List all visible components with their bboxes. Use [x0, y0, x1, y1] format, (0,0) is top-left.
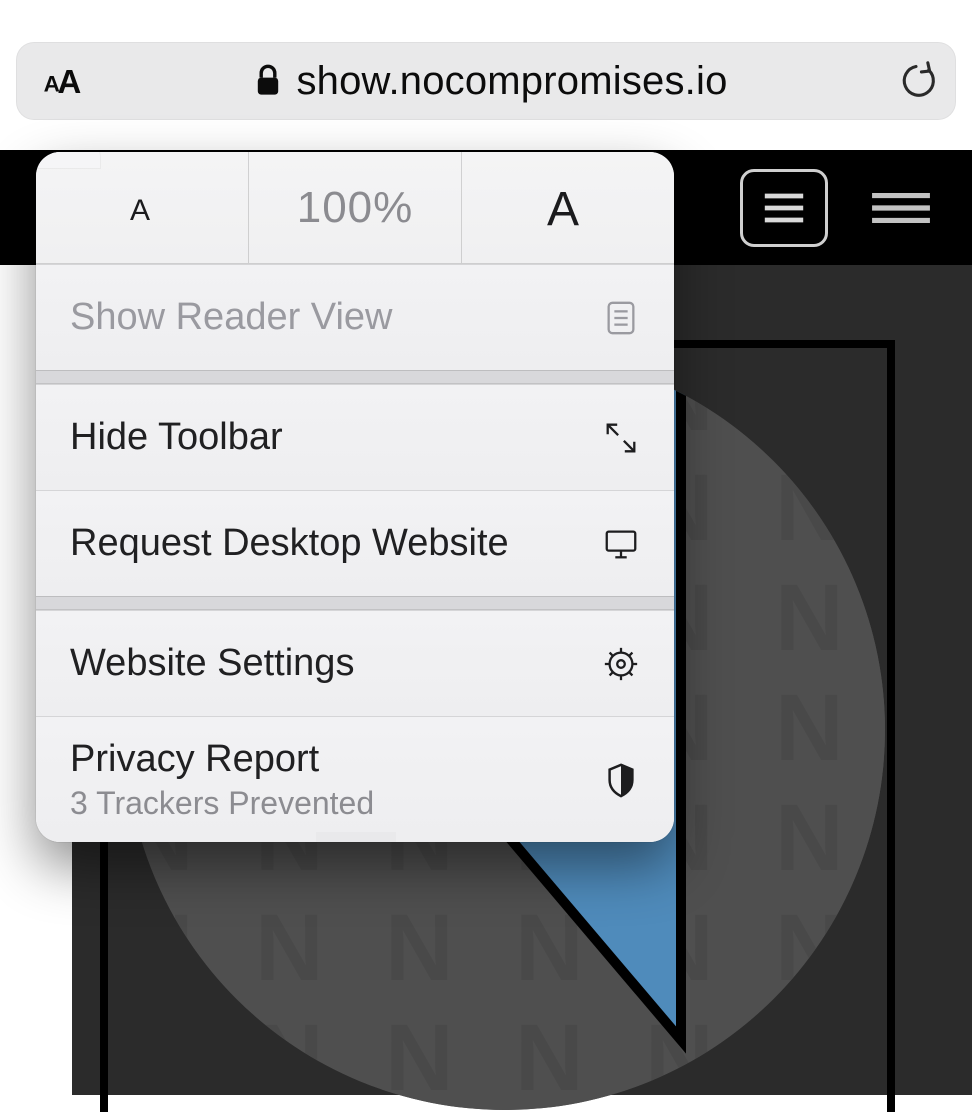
- menu-request-desktop-website[interactable]: Request Desktop Website: [36, 490, 674, 596]
- reader-aa-button[interactable]: A A: [16, 61, 106, 101]
- menu-lines-icon: [760, 190, 808, 226]
- menu-privacy-report[interactable]: Privacy Report 3 Trackers Prevented: [36, 716, 674, 842]
- menu-label: Show Reader View: [70, 296, 392, 339]
- menu-label: Privacy Report: [70, 738, 374, 781]
- page-hamburger-button[interactable]: [870, 188, 932, 228]
- address-bar[interactable]: A A show.nocompromises.io: [16, 42, 956, 120]
- menu-label: Website Settings: [70, 642, 354, 685]
- menu-show-reader-view: Show Reader View: [36, 264, 674, 370]
- hamburger-icon: [870, 188, 932, 228]
- reload-button[interactable]: [876, 61, 956, 101]
- aa-popover: A 100% A Show Reader View Hide Toolb: [36, 152, 674, 842]
- reader-view-icon: [602, 299, 640, 337]
- svg-text:A: A: [547, 183, 579, 236]
- big-a-icon: A: [539, 179, 597, 237]
- zoom-row: A 100% A: [36, 152, 674, 264]
- menu-separator: [36, 596, 674, 610]
- menu-hide-toolbar[interactable]: Hide Toolbar: [36, 384, 674, 490]
- desktop-icon: [602, 525, 640, 563]
- menu-separator: [36, 370, 674, 384]
- zoom-percent-button[interactable]: 100%: [249, 152, 462, 263]
- menu-label: Hide Toolbar: [70, 416, 283, 459]
- gear-icon: [602, 645, 640, 683]
- svg-text:A: A: [130, 194, 150, 227]
- svg-text:A: A: [58, 63, 82, 100]
- lock-icon: [254, 64, 282, 98]
- expand-arrows-icon: [602, 419, 640, 457]
- menu-subtitle: 3 Trackers Prevented: [70, 785, 374, 822]
- menu-website-settings[interactable]: Website Settings: [36, 610, 674, 716]
- reload-icon: [896, 61, 936, 101]
- page-menu-box-button[interactable]: [740, 169, 828, 247]
- url-display[interactable]: show.nocompromises.io: [106, 59, 876, 104]
- small-a-icon: A: [122, 188, 162, 228]
- url-text: show.nocompromises.io: [296, 59, 727, 104]
- menu-label: Request Desktop Website: [70, 522, 509, 565]
- zoom-in-button[interactable]: A: [462, 152, 674, 263]
- zoom-out-button[interactable]: A: [36, 152, 249, 263]
- shield-icon: [602, 761, 640, 799]
